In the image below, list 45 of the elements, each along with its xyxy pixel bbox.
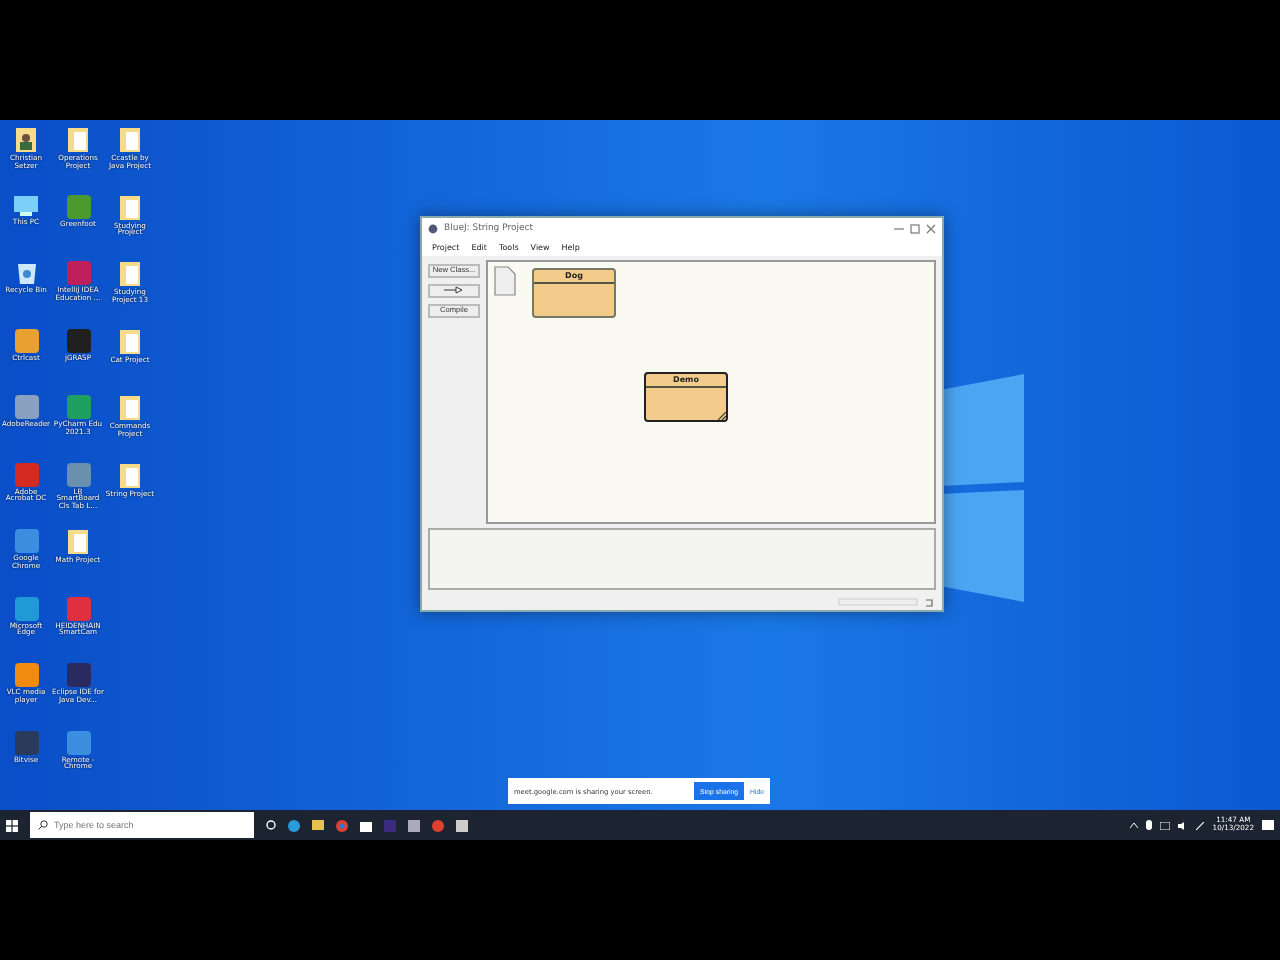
app-icon [65,595,91,621]
app-icon [65,729,91,755]
search-icon [38,820,48,830]
app-icon [65,394,91,420]
browser-icon[interactable] [432,819,444,831]
folder-icon [66,126,90,154]
folder-icon [118,394,142,422]
app-icon [65,461,91,487]
computer-icon [12,193,40,217]
folder-icon [66,528,90,556]
app-icon [65,260,91,286]
app-icon [65,662,91,688]
close-icon[interactable] [926,223,936,234]
app-icon [65,327,91,353]
folder-icon [118,126,142,154]
app-icon[interactable] [456,819,468,831]
recycle-bin-icon [15,260,37,286]
arrow-button[interactable] [428,283,480,298]
app-icon [13,394,39,420]
folder-icon [118,260,142,288]
folder-icon [118,461,142,489]
task-view-icon[interactable] [266,820,276,830]
app-logo-icon [428,223,438,234]
maximize-icon[interactable] [910,223,920,234]
caret-icon[interactable] [1130,822,1139,828]
folder-icon [14,126,38,154]
app-icon [13,729,39,755]
microphone-icon[interactable] [1146,820,1153,830]
resize-handle-icon[interactable] [718,411,726,420]
document-icon [494,265,516,296]
arrow-icon [444,286,464,295]
app-icon [13,528,39,554]
speaker-icon[interactable] [1178,821,1189,829]
app-icon [13,595,39,621]
browser-icon[interactable] [336,819,348,831]
notification-icon[interactable] [1262,819,1274,831]
progress-track [838,598,918,607]
app-icon [65,193,91,219]
start-icon[interactable] [6,819,18,831]
browser-icon[interactable] [288,819,300,831]
app-icon [13,327,39,353]
app-icon [13,461,39,487]
folder-icon [118,327,142,355]
folder-icon [118,193,142,221]
app-icon [13,662,39,688]
